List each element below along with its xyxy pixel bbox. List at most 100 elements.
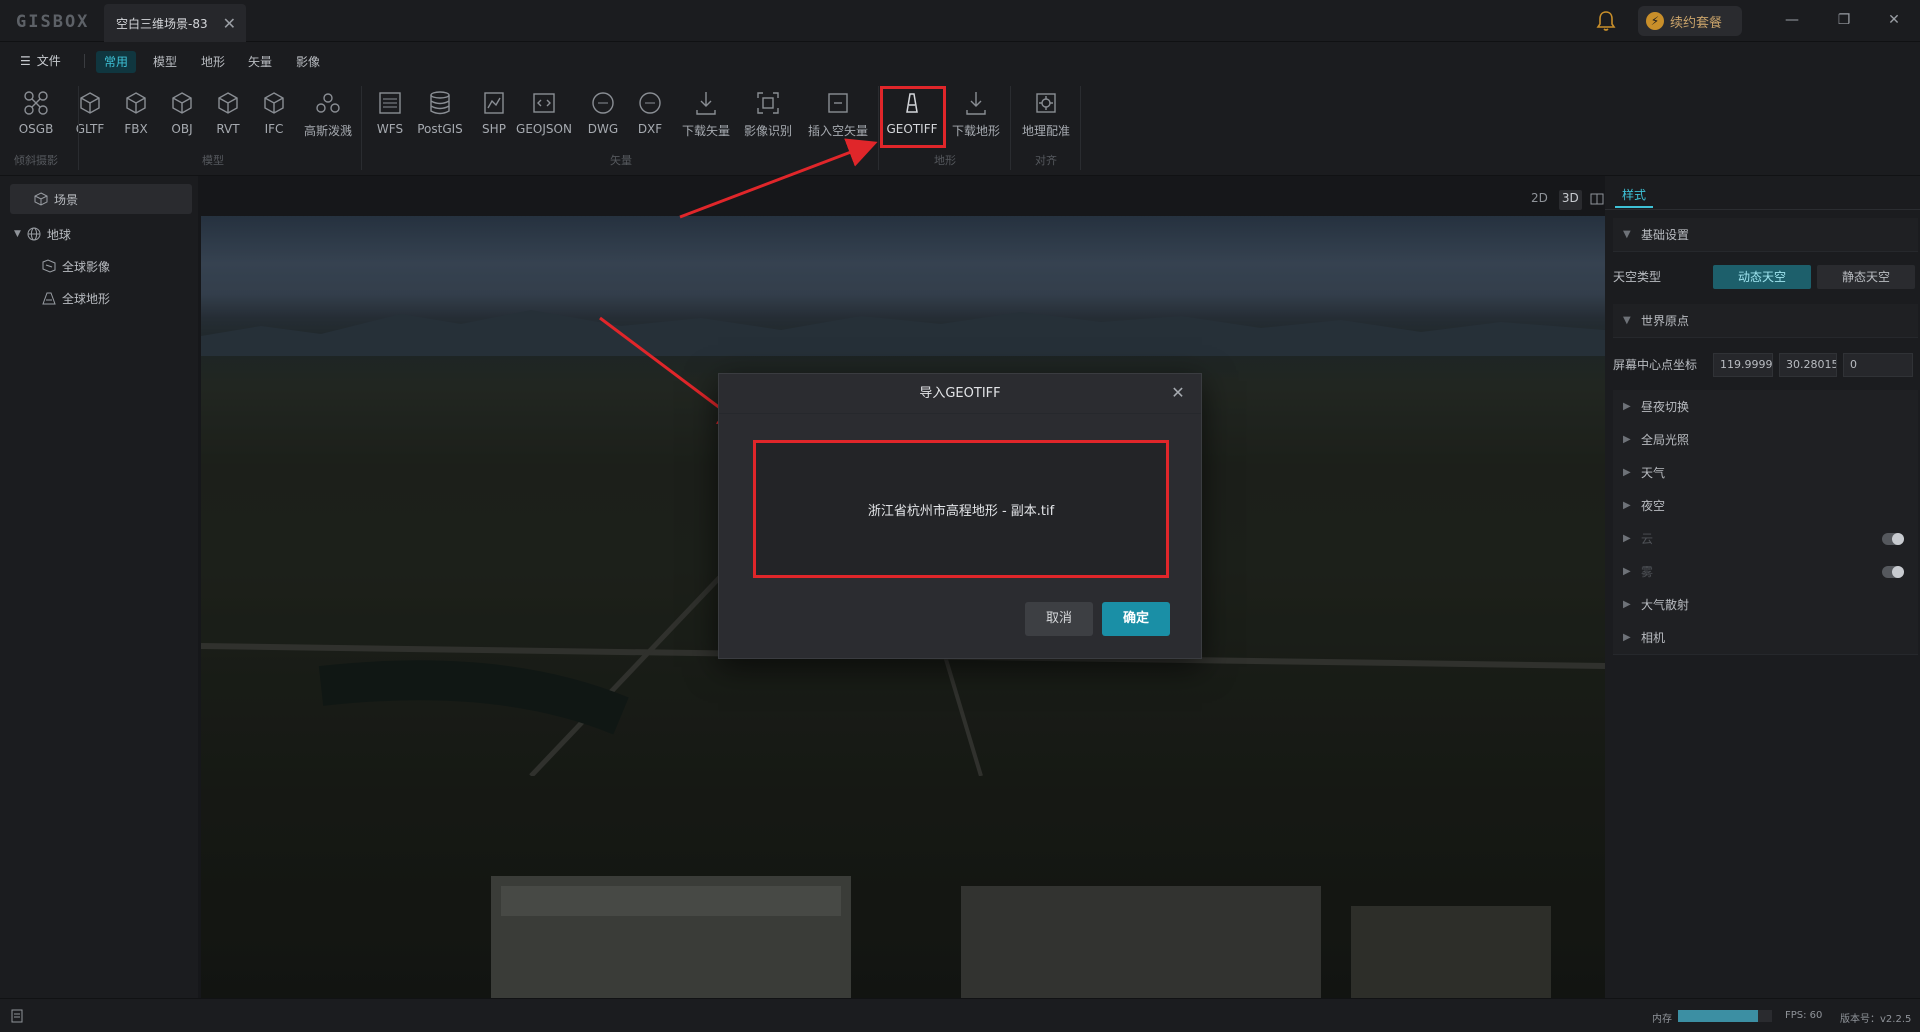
tool-影像识别-button[interactable]: 影像识别 <box>738 90 798 152</box>
section-basic-settings[interactable]: ▼ 基础设置 <box>1613 218 1918 252</box>
cancel-button[interactable]: 取消 <box>1025 602 1093 636</box>
section-item[interactable]: ▶ 相机 <box>1613 621 1918 655</box>
static-sky-button[interactable]: 静态天空 <box>1817 265 1915 289</box>
image-recognition-icon <box>757 92 779 114</box>
group-label-model: 模型 <box>202 154 224 167</box>
ribbon-tabs: ☰ 文件 常用 模型 地形 矢量 影像 <box>0 42 1920 78</box>
section-label: 世界原点 <box>1641 314 1690 328</box>
toggle-switch[interactable] <box>1882 533 1904 545</box>
group-divider <box>361 86 362 170</box>
section-item[interactable]: ▶ 天气 <box>1613 456 1918 490</box>
caret-right-icon: ▶ <box>1623 632 1631 643</box>
tab-model[interactable]: 模型 <box>145 51 185 73</box>
memory-label: 内存 <box>1652 1014 1672 1025</box>
tool-插入空矢量-button[interactable]: 插入空矢量 <box>808 90 868 152</box>
view-3d-button[interactable]: 3D <box>1558 190 1582 210</box>
tool-geojson-button[interactable]: GEOJSON <box>514 90 574 152</box>
file-menu-label: 文件 <box>36 54 61 68</box>
tool-label: 地理配准 <box>1021 124 1070 138</box>
tool-下载地形-button[interactable]: 下载地形 <box>946 90 1006 152</box>
tab-underline <box>1605 209 1920 210</box>
global-imagery-label: 全球影像 <box>62 259 111 274</box>
tab-imagery[interactable]: 影像 <box>288 51 328 73</box>
earth-node[interactable]: ▼ 地球 <box>14 224 71 244</box>
section-label: 大气散射 <box>1641 598 1690 612</box>
section-item[interactable]: ▶ 全局光照 <box>1613 423 1918 457</box>
tab-style[interactable]: 样式 <box>1615 184 1653 208</box>
close-window-icon[interactable]: ✕ <box>1882 10 1906 30</box>
geojson-icon <box>533 93 555 113</box>
tool-label: 插入空矢量 <box>808 124 869 138</box>
coord-height-input[interactable]: 0 <box>1843 353 1913 377</box>
section-label: 基础设置 <box>1641 228 1690 242</box>
sky-type-label: 天空类型 <box>1613 270 1662 284</box>
caret-right-icon: ▶ <box>1623 467 1631 478</box>
tab-vector[interactable]: 矢量 <box>240 51 280 73</box>
section-label: 昼夜切换 <box>1641 400 1690 414</box>
tab-common[interactable]: 常用 <box>96 51 137 73</box>
hamburger-icon: ☰ <box>20 53 31 68</box>
section-item[interactable]: ▶ 昼夜切换 <box>1613 390 1918 424</box>
tool-label: 影像识别 <box>743 124 792 138</box>
tool-label: 下载地形 <box>951 124 1000 138</box>
earth-label: 地球 <box>46 227 71 242</box>
fps-readout: FPS: 60 <box>1785 1010 1823 1021</box>
section-label: 雾 <box>1641 565 1654 579</box>
coord-latitude-input[interactable]: 30.28015 <box>1779 353 1837 377</box>
scene-node[interactable]: 场景 <box>10 184 192 214</box>
globe-icon <box>27 227 41 241</box>
version-label: 版本号：v2.2.5 <box>1840 1014 1912 1025</box>
renew-plan-button[interactable]: ⚡ 续约套餐 <box>1638 6 1742 36</box>
dynamic-sky-button[interactable]: 动态天空 <box>1713 265 1811 289</box>
tab-terrain[interactable]: 地形 <box>193 51 233 73</box>
restore-icon[interactable]: ❐ <box>1832 10 1856 30</box>
toggle-switch[interactable] <box>1882 566 1904 578</box>
section-item[interactable]: ▶ 云 <box>1613 522 1918 556</box>
section-label: 天气 <box>1641 466 1666 480</box>
lightning-icon: ⚡ <box>1646 12 1664 30</box>
dwg-icon <box>592 92 614 114</box>
tool-osgb-button[interactable]: OSGB <box>6 90 66 152</box>
view-2d-button[interactable]: 2D <box>1528 190 1551 210</box>
section-label: 云 <box>1641 532 1654 546</box>
file-drop-zone[interactable]: 浙江省杭州市高程地形 - 副本.tif <box>753 440 1169 578</box>
selected-file-name: 浙江省杭州市高程地形 - 副本.tif <box>867 503 1055 519</box>
confirm-button[interactable]: 确定 <box>1102 602 1170 636</box>
caret-right-icon: ▶ <box>1623 566 1631 577</box>
terrain-icon <box>42 292 56 305</box>
coord-longitude-input[interactable]: 119.9999 <box>1713 353 1773 377</box>
close-tab-icon[interactable]: ✕ <box>223 14 236 33</box>
tool-地理配准-button[interactable]: 地理配准 <box>1016 90 1076 152</box>
global-imagery-node[interactable]: 全球影像 <box>42 256 110 276</box>
document-tab[interactable]: 空白三维场景-83 ✕ <box>104 4 246 42</box>
download-vector-icon <box>696 92 716 115</box>
minimize-icon[interactable]: — <box>1780 10 1804 30</box>
dialog-close-icon[interactable]: ✕ <box>1169 384 1187 402</box>
caret-down-icon[interactable]: ▼ <box>14 229 21 239</box>
tool-label: 下载矢量 <box>681 124 730 138</box>
tool-dxf-button[interactable]: DXF <box>620 90 680 152</box>
group-label-oblique: 倾斜摄影 <box>14 154 58 167</box>
empty-vector-icon <box>828 93 848 113</box>
tool-高斯泼溅-button[interactable]: 高斯泼溅 <box>298 90 358 152</box>
bell-icon[interactable] <box>1596 10 1616 32</box>
section-item[interactable]: ▶ 雾 <box>1613 555 1918 589</box>
split-view-icon[interactable] <box>1590 192 1604 206</box>
group-label-terrain: 地形 <box>934 154 956 167</box>
style-panel: 样式 ▼ 基础设置 天空类型 ▼ 世界原点 屏幕中心点坐标 ▶ 昼夜切换 ▶ 全局光照… <box>1605 176 1920 998</box>
section-world-origin[interactable]: ▼ 世界原点 <box>1613 304 1918 338</box>
scene-label: 场景 <box>54 192 79 207</box>
dialog-title: 导入GEOTIFF <box>719 374 1201 414</box>
tool-label: IFC <box>264 122 284 136</box>
file-menu[interactable]: ☰ 文件 <box>20 52 61 69</box>
gaussian-icon <box>316 93 340 113</box>
cube-icon <box>126 92 146 114</box>
section-item[interactable]: ▶ 大气散射 <box>1613 588 1918 622</box>
section-item[interactable]: ▶ 夜空 <box>1613 489 1918 523</box>
tool-postgis-button[interactable]: PostGIS <box>410 90 470 152</box>
tool-下载矢量-button[interactable]: 下载矢量 <box>676 90 736 152</box>
caret-right-icon: ▶ <box>1623 434 1631 445</box>
log-icon[interactable] <box>10 1009 24 1023</box>
global-terrain-node[interactable]: 全球地形 <box>42 288 110 308</box>
tool-ifc-button[interactable]: IFC <box>244 90 304 152</box>
